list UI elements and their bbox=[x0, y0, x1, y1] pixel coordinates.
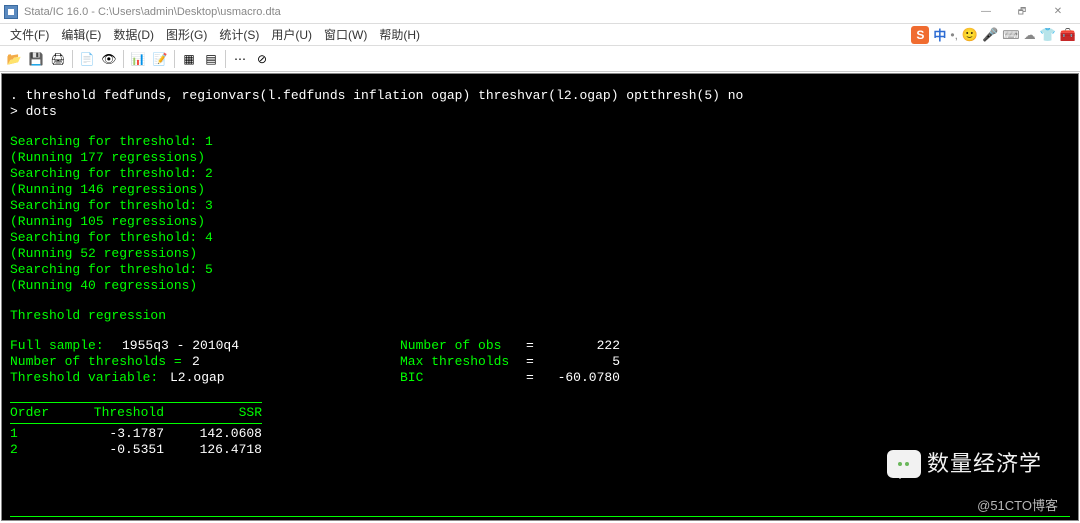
data-browser-icon[interactable]: ▤ bbox=[201, 49, 221, 69]
cloud-icon[interactable]: ☁ bbox=[1024, 28, 1036, 42]
search-2: Searching for threshold: 2 bbox=[10, 166, 1070, 182]
titlebar: Stata/IC 16.0 - C:\Users\admin\Desktop\u… bbox=[0, 0, 1080, 24]
maxthr-label: Max thresholds bbox=[400, 354, 526, 370]
full-sample-label: Full sample: bbox=[10, 338, 122, 354]
menu-data[interactable]: 数据(D) bbox=[107, 26, 160, 43]
more-icon[interactable]: ⋯ bbox=[230, 49, 250, 69]
cell-order: 1 bbox=[10, 426, 66, 442]
menu-window[interactable]: 窗口(W) bbox=[318, 26, 373, 43]
nobs-value: 222 bbox=[540, 338, 620, 354]
restore-button[interactable] bbox=[1004, 1, 1040, 23]
menu-help[interactable]: 帮助(H) bbox=[373, 26, 426, 43]
maxthr-value: 5 bbox=[540, 354, 620, 370]
search-4: Searching for threshold: 4 bbox=[10, 230, 1070, 246]
smile-icon[interactable]: 🙂 bbox=[962, 27, 978, 43]
menu-file[interactable]: 文件(F) bbox=[4, 26, 55, 43]
nthr-value: 2 bbox=[192, 354, 400, 370]
skin-icon[interactable]: 👕 bbox=[1040, 27, 1056, 43]
command-line-1: . threshold fedfunds, regionvars(l.fedfu… bbox=[10, 88, 1070, 104]
cell-threshold: -0.5351 bbox=[66, 442, 164, 458]
menu-graph[interactable]: 图形(G) bbox=[160, 26, 213, 43]
menu-edit[interactable]: 编辑(E) bbox=[55, 26, 107, 43]
col-order: Order bbox=[10, 405, 66, 421]
ime-block: S 中 •, 🙂 🎤 ⌨ ☁ 👕 🧰 bbox=[911, 25, 1076, 44]
results-window[interactable]: . threshold fedfunds, regionvars(l.fedfu… bbox=[1, 73, 1079, 521]
wechat-text: 数量经济学 bbox=[927, 456, 1042, 472]
run-2: (Running 146 regressions) bbox=[10, 182, 1070, 198]
col-ssr: SSR bbox=[164, 405, 262, 421]
ime-cn-label[interactable]: 中 bbox=[933, 25, 946, 44]
summary-row-2: Number of thresholds = 2 Max thresholds … bbox=[10, 354, 1070, 370]
table-header-row: Order Threshold SSR bbox=[10, 405, 1070, 421]
table-rule-bottom bbox=[10, 516, 1070, 517]
maxthr-eq: = bbox=[526, 354, 540, 370]
regress-header: Threshold regression bbox=[10, 308, 1070, 324]
app-icon bbox=[4, 5, 18, 19]
toolbox-icon[interactable]: 🧰 bbox=[1060, 27, 1076, 43]
break-icon[interactable]: ⊘ bbox=[252, 49, 272, 69]
keyboard-icon[interactable]: ⌨ bbox=[1002, 28, 1019, 42]
search-3: Searching for threshold: 3 bbox=[10, 198, 1070, 214]
mic-icon[interactable]: 🎤 bbox=[982, 27, 998, 43]
window-title: Stata/IC 16.0 - C:\Users\admin\Desktop\u… bbox=[24, 6, 968, 18]
bic-eq: = bbox=[526, 370, 540, 386]
cell-threshold: -3.1787 bbox=[66, 426, 164, 442]
run-4: (Running 52 regressions) bbox=[10, 246, 1070, 262]
menubar: 文件(F) 编辑(E) 数据(D) 图形(G) 统计(S) 用户(U) 窗口(W… bbox=[0, 24, 1080, 46]
toolbar: 📂 💾 🖨 📄 👁 📊 📝 ▦ ▤ ⋯ ⊘ bbox=[0, 46, 1080, 72]
ime-punct: •, bbox=[950, 28, 958, 42]
wechat-icon bbox=[887, 450, 921, 478]
print-icon[interactable]: 🖨 bbox=[48, 49, 68, 69]
summary-row-1: Full sample: 1955q3 - 2010q4 Number of o… bbox=[10, 338, 1070, 354]
blog-watermark: @51CTO博客 bbox=[977, 498, 1058, 514]
save-icon[interactable]: 💾 bbox=[26, 49, 46, 69]
menu-stats[interactable]: 统计(S) bbox=[213, 26, 265, 43]
table-rule-mid bbox=[10, 423, 262, 424]
table-row: 1 -3.1787 142.0608 bbox=[10, 426, 1070, 442]
run-1: (Running 177 regressions) bbox=[10, 150, 1070, 166]
bic-value: -60.0780 bbox=[540, 370, 620, 386]
cell-ssr: 142.0608 bbox=[164, 426, 262, 442]
full-sample-value: 1955q3 - 2010q4 bbox=[122, 338, 400, 354]
run-3: (Running 105 regressions) bbox=[10, 214, 1070, 230]
command-line-2: > dots bbox=[10, 104, 1070, 120]
summary-row-3: Threshold variable: L2.ogap BIC = -60.07… bbox=[10, 370, 1070, 386]
table-rule-top bbox=[10, 402, 262, 403]
graph-icon[interactable]: 📊 bbox=[128, 49, 148, 69]
cell-order: 2 bbox=[10, 442, 66, 458]
nthr-label: Number of thresholds = bbox=[10, 354, 192, 370]
col-threshold: Threshold bbox=[66, 405, 164, 421]
viewer-icon[interactable]: 👁 bbox=[99, 49, 119, 69]
tvar-label: Threshold variable: bbox=[10, 370, 170, 386]
run-5: (Running 40 regressions) bbox=[10, 278, 1070, 294]
log-icon[interactable]: 📄 bbox=[77, 49, 97, 69]
cell-ssr: 126.4718 bbox=[164, 442, 262, 458]
minimize-button[interactable] bbox=[968, 1, 1004, 23]
menu-user[interactable]: 用户(U) bbox=[265, 26, 318, 43]
do-editor-icon[interactable]: 📝 bbox=[150, 49, 170, 69]
search-1: Searching for threshold: 1 bbox=[10, 134, 1070, 150]
nobs-label: Number of obs bbox=[400, 338, 526, 354]
bic-label: BIC bbox=[400, 370, 526, 386]
nobs-eq: = bbox=[526, 338, 540, 354]
search-5: Searching for threshold: 5 bbox=[10, 262, 1070, 278]
wechat-watermark: 数量经济学 bbox=[887, 450, 1042, 478]
data-editor-icon[interactable]: ▦ bbox=[179, 49, 199, 69]
close-button[interactable] bbox=[1040, 1, 1076, 23]
sogou-icon[interactable]: S bbox=[911, 26, 929, 44]
open-icon[interactable]: 📂 bbox=[4, 49, 24, 69]
tvar-value: L2.ogap bbox=[170, 370, 400, 386]
